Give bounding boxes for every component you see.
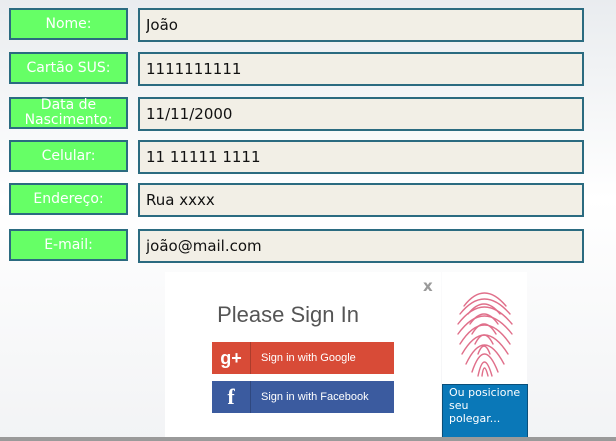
form-row-nome: Nome: bbox=[0, 8, 616, 42]
celular-input[interactable] bbox=[138, 140, 584, 174]
email-input[interactable] bbox=[138, 229, 584, 263]
endereco-label: Endereço: bbox=[9, 183, 128, 215]
fingerprint-panel[interactable] bbox=[442, 272, 527, 384]
form-row-endereco: Endereço: bbox=[0, 183, 616, 217]
facebook-signin-label: Sign in with Facebook bbox=[261, 391, 369, 403]
endereco-input[interactable] bbox=[138, 183, 584, 217]
google-signin-label: Sign in with Google bbox=[261, 352, 356, 364]
fingerprint-hint: Ou posicione seu polegar... bbox=[442, 384, 528, 440]
data-nascimento-input[interactable] bbox=[138, 97, 584, 131]
form-row-data-nascimento: Data de Nascimento: bbox=[0, 97, 616, 131]
form-row-celular: Celular: bbox=[0, 140, 616, 174]
nome-label: Nome: bbox=[9, 8, 128, 40]
google-plus-icon: g+ bbox=[212, 342, 251, 374]
signin-title: Please Sign In bbox=[217, 302, 359, 327]
nome-input[interactable] bbox=[138, 8, 584, 42]
celular-label: Celular: bbox=[9, 140, 128, 172]
bottom-scrollbar[interactable] bbox=[0, 437, 616, 441]
form-row-cartao-sus: Cartão SUS: bbox=[0, 52, 616, 86]
close-icon[interactable]: x bbox=[423, 277, 433, 295]
facebook-icon: f bbox=[212, 381, 251, 413]
email-label: E-mail: bbox=[9, 229, 128, 261]
google-signin-button[interactable]: g+ Sign in with Google bbox=[212, 342, 394, 374]
cartao-sus-input[interactable] bbox=[138, 52, 584, 86]
data-nascimento-label: Data de Nascimento: bbox=[9, 97, 128, 129]
cartao-sus-label: Cartão SUS: bbox=[9, 52, 128, 84]
form-row-email: E-mail: bbox=[0, 229, 616, 263]
signin-popup: x Please Sign In g+ Sign in with Google … bbox=[165, 272, 441, 437]
facebook-signin-button[interactable]: f Sign in with Facebook bbox=[212, 381, 394, 413]
fingerprint-icon bbox=[457, 292, 513, 377]
